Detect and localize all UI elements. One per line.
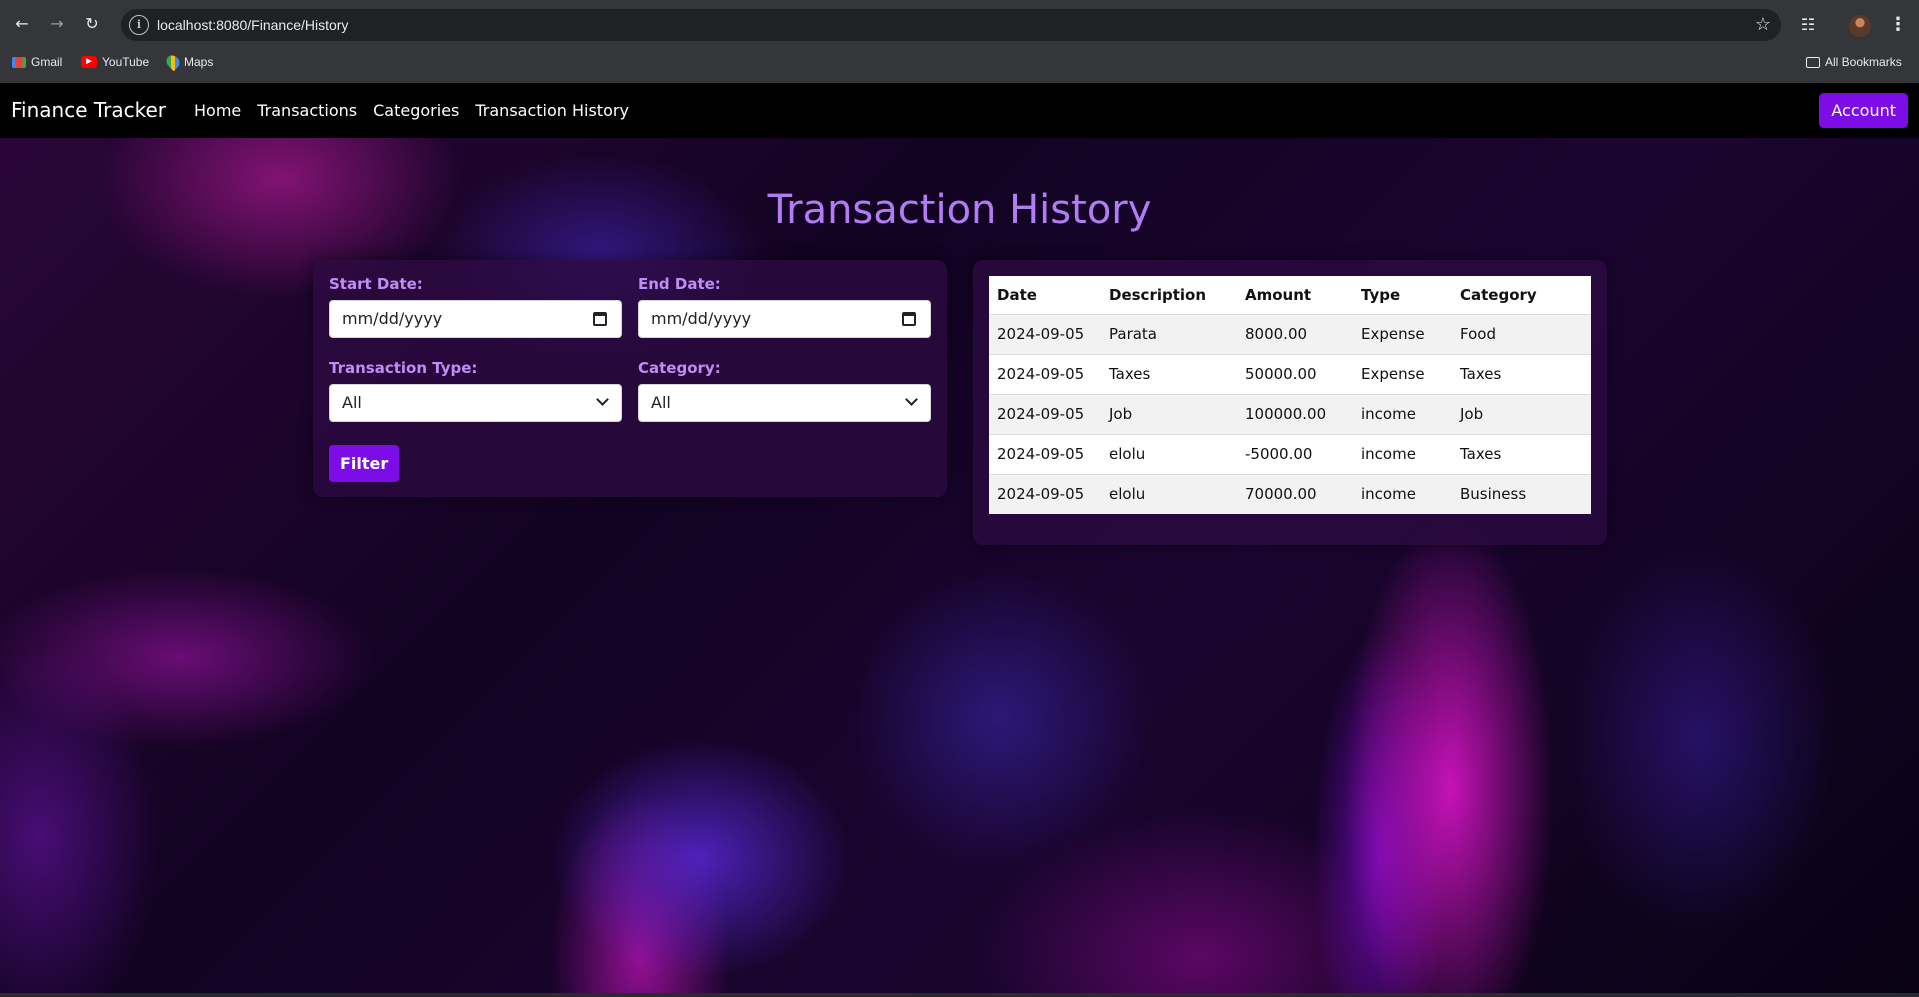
cell-date: 2024-09-05 bbox=[989, 353, 1101, 394]
account-button[interactable]: Account bbox=[1819, 93, 1908, 128]
maps-icon bbox=[163, 52, 183, 72]
cell-amount: 70000.00 bbox=[1237, 473, 1353, 514]
url-text[interactable]: localhost:8080/Finance/History bbox=[157, 9, 348, 41]
app-viewport: Finance Tracker Home Transactions Catego… bbox=[0, 83, 1919, 997]
site-info-icon[interactable]: i bbox=[129, 15, 149, 35]
all-bookmarks-label: All Bookmarks bbox=[1825, 55, 1902, 69]
filter-panel: Start Date: mm/dd/yyyy End Date: mm/dd/y… bbox=[313, 260, 947, 497]
cell-type: income bbox=[1353, 393, 1452, 434]
extensions-icon[interactable]: ☷ bbox=[1797, 14, 1819, 36]
browser-chrome: ← → ↻ i localhost:8080/Finance/History ☆… bbox=[0, 0, 1919, 83]
cell-type: income bbox=[1353, 473, 1452, 514]
taskbar-edge bbox=[0, 993, 1919, 997]
table-row: 2024-09-05 elolu 70000.00 income Busines… bbox=[989, 473, 1591, 514]
calendar-icon[interactable] bbox=[902, 312, 916, 326]
table-row: 2024-09-05 Taxes 50000.00 Expense Taxes bbox=[989, 353, 1591, 394]
cell-amount: 8000.00 bbox=[1237, 313, 1353, 354]
chevron-down-icon bbox=[905, 393, 918, 406]
transaction-type-select[interactable]: All bbox=[329, 384, 622, 422]
column-header-type: Type bbox=[1361, 285, 1401, 304]
start-date-placeholder: mm/dd/yyyy bbox=[342, 309, 443, 328]
table-row: 2024-09-05 elolu -5000.00 income Taxes bbox=[989, 433, 1591, 474]
cell-type: Expense bbox=[1353, 353, 1452, 394]
category-label: Category: bbox=[638, 359, 721, 377]
category-value: All bbox=[651, 393, 671, 412]
bookmarks-bar: Gmail ▶ YouTube Maps All Bookmarks bbox=[0, 50, 1919, 74]
bookmark-gmail[interactable]: Gmail bbox=[12, 50, 62, 74]
transaction-type-label: Transaction Type: bbox=[329, 359, 478, 377]
end-date-placeholder: mm/dd/yyyy bbox=[651, 309, 752, 328]
cell-amount: 50000.00 bbox=[1237, 353, 1353, 394]
cell-date: 2024-09-05 bbox=[989, 313, 1101, 354]
column-header-amount: Amount bbox=[1245, 285, 1312, 304]
cell-category: Job bbox=[1452, 393, 1591, 434]
column-header-category: Category bbox=[1460, 285, 1537, 304]
browser-toolbar: ← → ↻ i localhost:8080/Finance/History ☆… bbox=[0, 5, 1919, 45]
cell-type: Expense bbox=[1353, 313, 1452, 354]
cell-date: 2024-09-05 bbox=[989, 473, 1101, 514]
youtube-icon: ▶ bbox=[81, 56, 97, 68]
filter-button[interactable]: Filter bbox=[329, 445, 400, 482]
reload-icon[interactable]: ↻ bbox=[78, 10, 106, 38]
back-icon[interactable]: ← bbox=[8, 10, 36, 38]
cell-type: income bbox=[1353, 433, 1452, 474]
nav-link-home[interactable]: Home bbox=[194, 101, 241, 120]
transactions-panel: Date Description Amount Type Category 20… bbox=[973, 260, 1607, 545]
start-date-label: Start Date: bbox=[329, 275, 423, 293]
bookmark-maps[interactable]: Maps bbox=[163, 50, 214, 74]
cell-category: Food bbox=[1452, 313, 1591, 354]
transaction-type-value: All bbox=[342, 393, 362, 412]
cell-amount: -5000.00 bbox=[1237, 433, 1353, 474]
forward-icon[interactable]: → bbox=[43, 10, 71, 38]
column-header-description: Description bbox=[1109, 285, 1207, 304]
cell-description: Parata bbox=[1101, 313, 1237, 354]
address-bar[interactable]: i localhost:8080/Finance/History ☆ bbox=[121, 9, 1781, 41]
chevron-down-icon bbox=[596, 393, 609, 406]
cell-category: Business bbox=[1452, 473, 1591, 514]
category-select[interactable]: All bbox=[638, 384, 931, 422]
nav-link-transaction-history[interactable]: Transaction History bbox=[475, 101, 629, 120]
end-date-input[interactable]: mm/dd/yyyy bbox=[638, 300, 931, 338]
transactions-table: Date Description Amount Type Category 20… bbox=[989, 276, 1591, 514]
calendar-icon[interactable] bbox=[593, 312, 607, 326]
cell-date: 2024-09-05 bbox=[989, 393, 1101, 434]
bookmark-label: Maps bbox=[184, 55, 214, 69]
start-date-input[interactable]: mm/dd/yyyy bbox=[329, 300, 622, 338]
navbar: Finance Tracker Home Transactions Catego… bbox=[0, 83, 1919, 138]
table-header-row: Date Description Amount Type Category bbox=[989, 276, 1591, 314]
all-bookmarks[interactable]: All Bookmarks bbox=[1806, 50, 1902, 74]
cell-description: Job bbox=[1101, 393, 1237, 434]
brand-logo[interactable]: Finance Tracker bbox=[11, 83, 166, 138]
nav-link-categories[interactable]: Categories bbox=[373, 101, 459, 120]
cell-description: elolu bbox=[1101, 433, 1237, 474]
cell-category: Taxes bbox=[1452, 433, 1591, 474]
folder-icon bbox=[1806, 56, 1820, 68]
cell-description: Taxes bbox=[1101, 353, 1237, 394]
cell-date: 2024-09-05 bbox=[989, 433, 1101, 474]
end-date-label: End Date: bbox=[638, 275, 721, 293]
page-title: Transaction History bbox=[767, 187, 1152, 233]
gmail-icon bbox=[12, 56, 26, 68]
browser-menu-icon[interactable]: ⋮ bbox=[1888, 14, 1908, 36]
table-row: 2024-09-05 Job 100000.00 income Job bbox=[989, 393, 1591, 434]
cell-amount: 100000.00 bbox=[1237, 393, 1353, 434]
bookmark-label: Gmail bbox=[31, 55, 63, 69]
background-image bbox=[0, 138, 1919, 997]
nav-link-transactions[interactable]: Transactions bbox=[257, 101, 357, 120]
nav-links: Home Transactions Categories Transaction… bbox=[194, 83, 629, 138]
cell-description: elolu bbox=[1101, 473, 1237, 514]
bookmark-youtube[interactable]: ▶ YouTube bbox=[81, 50, 149, 74]
bookmark-star-icon[interactable]: ☆ bbox=[1755, 9, 1771, 41]
bookmark-label: YouTube bbox=[102, 55, 150, 69]
table-row: 2024-09-05 Parata 8000.00 Expense Food bbox=[989, 313, 1591, 354]
cell-category: Taxes bbox=[1452, 353, 1591, 394]
profile-avatar[interactable] bbox=[1849, 15, 1871, 37]
column-header-date: Date bbox=[997, 285, 1037, 304]
